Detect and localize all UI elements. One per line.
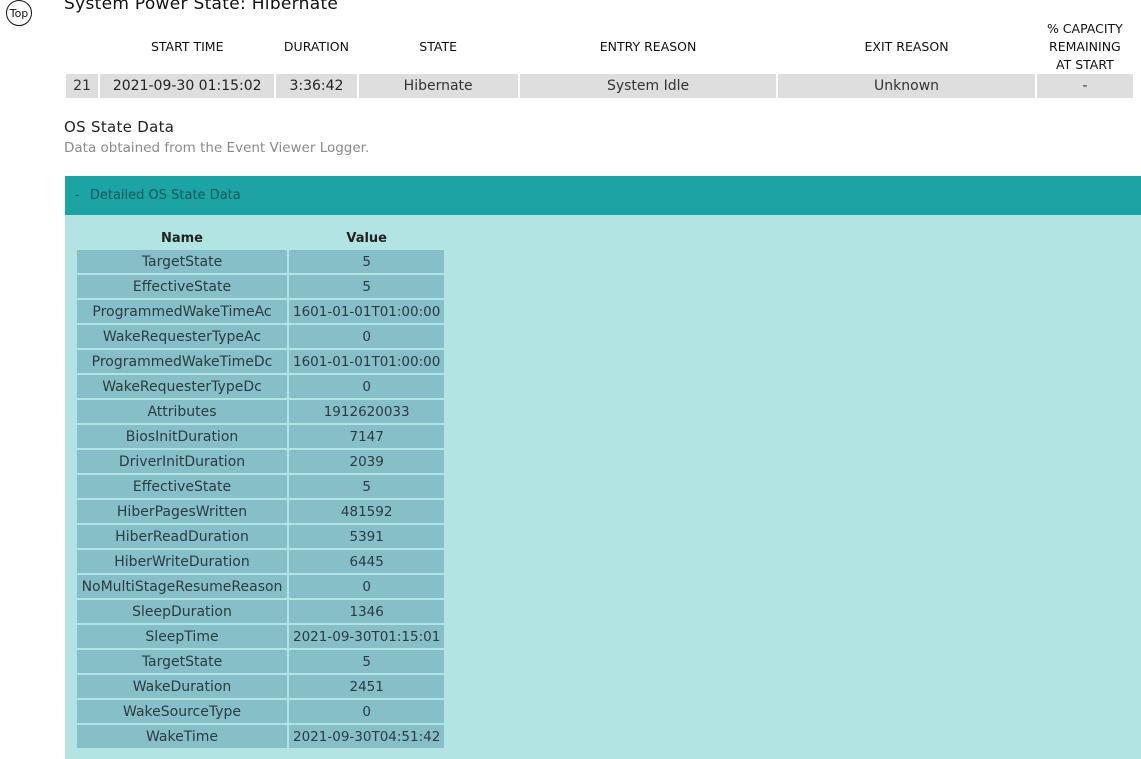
row-value: 5: [289, 650, 445, 673]
row-name: WakeSourceType: [77, 700, 287, 723]
header-capacity: % CAPACITY REMAINING AT START: [1037, 20, 1133, 74]
detailed-os-state-panel: - Detailed OS State Data Name Value Targ…: [65, 176, 1141, 759]
row-name: Attributes: [77, 400, 287, 423]
detail-header-row: Name Value: [77, 228, 444, 248]
table-row: SleepDuration 1346: [77, 600, 445, 623]
row-value: 0: [289, 325, 445, 348]
row-name: WakeDuration: [77, 675, 287, 698]
header-duration: DURATION: [283, 39, 349, 54]
table-row: WakeRequesterTypeDc 0: [77, 375, 445, 398]
row-name: ProgrammedWakeTimeAc: [77, 300, 287, 323]
row-name: DriverInitDuration: [77, 450, 287, 473]
row-value: 7147: [289, 425, 445, 448]
row-name: HiberReadDuration: [77, 525, 287, 548]
table-row: BiosInitDuration 7147: [77, 425, 445, 448]
os-state-description: Data obtained from the Event Viewer Logg…: [64, 140, 370, 156]
row-name: TargetState: [77, 250, 287, 273]
header-capacity-line1: % CAPACITY: [1046, 21, 1123, 36]
table-row: WakeRequesterTypeAc 0: [77, 325, 445, 348]
row-value: 481592: [289, 500, 445, 523]
row-value: 6445: [289, 550, 445, 573]
row-value: 5: [289, 250, 445, 273]
row-value: 1601-01-01T01:00:00: [289, 350, 445, 373]
row-name: TargetState: [77, 650, 287, 673]
table-row: NoMultiStageResumeReason 0: [77, 575, 445, 598]
top-link-button[interactable]: Top: [6, 0, 32, 26]
summary-row: 21 2021-09-30 01:15:02 3:36:42 Hibernate…: [66, 74, 1133, 98]
row-name: SleepTime: [77, 625, 287, 648]
header-index: [66, 20, 98, 74]
table-row: Attributes 1912620033: [77, 400, 445, 423]
row-name: ProgrammedWakeTimeDc: [77, 350, 287, 373]
row-capacity: -: [1036, 74, 1133, 98]
row-exit-reason: Unknown: [778, 74, 1035, 98]
os-state-title: OS State Data: [64, 118, 175, 136]
table-row: TargetState 5: [77, 650, 445, 673]
table-row: DriverInitDuration 2039: [77, 450, 445, 473]
table-row: WakeTime 2021-09-30T04:51:42: [77, 725, 445, 748]
row-name: WakeTime: [77, 725, 287, 748]
row-value: 5: [289, 275, 445, 298]
row-value: 2021-09-30T01:15:01: [289, 625, 445, 648]
row-value: 0: [289, 700, 445, 723]
panel-title: Detailed OS State Data: [89, 188, 241, 203]
row-value: 5391: [289, 525, 445, 548]
summary-header-row: START TIME DURATION STATE ENTRY REASON E…: [66, 20, 1133, 74]
header-entry-reason: ENTRY REASON: [599, 39, 697, 54]
top-link-label: Top: [9, 6, 29, 20]
section-title: System Power State: Hibernate: [64, 0, 339, 14]
row-name: NoMultiStageResumeReason: [77, 575, 287, 598]
table-row: EffectiveState 5: [77, 275, 445, 298]
row-index: 21: [66, 74, 99, 98]
table-row: SleepTime 2021-09-30T01:15:01: [77, 625, 445, 648]
table-row: ProgrammedWakeTimeDc 1601-01-01T01:00:00: [77, 350, 445, 373]
header-exit-reason: EXIT REASON: [864, 39, 949, 54]
row-start-time: 2021-09-30 01:15:02: [100, 74, 275, 98]
row-value: 2021-09-30T04:51:42: [289, 725, 445, 748]
table-row: HiberReadDuration 5391: [77, 525, 445, 548]
row-value: 2039: [289, 450, 445, 473]
row-name: SleepDuration: [77, 600, 287, 623]
header-state: STATE: [419, 39, 458, 54]
row-name: WakeRequesterTypeDc: [77, 375, 287, 398]
table-row: EffectiveState 5: [77, 475, 445, 498]
row-value: 1601-01-01T01:00:00: [289, 300, 445, 323]
row-duration: 3:36:42: [276, 74, 357, 98]
row-name: HiberWriteDuration: [77, 550, 287, 573]
table-row: TargetState 5: [77, 250, 445, 273]
detail-header-name: Name: [160, 230, 203, 246]
row-state: Hibernate: [358, 74, 518, 98]
row-value: 0: [289, 375, 445, 398]
report-page: Top System Power State: Hibernate START …: [0, 0, 1141, 759]
row-value: 5: [289, 475, 445, 498]
row-name: EffectiveState: [77, 275, 287, 298]
table-row: ProgrammedWakeTimeAc 1601-01-01T01:00:00: [77, 300, 445, 323]
detail-header-value: Value: [346, 230, 387, 246]
table-row: HiberPagesWritten 481592: [77, 500, 445, 523]
row-name: BiosInitDuration: [77, 425, 287, 448]
row-value: 1912620033: [289, 400, 445, 423]
detailed-os-state-toggle[interactable]: - Detailed OS State Data: [65, 176, 1141, 215]
row-value: 0: [289, 575, 445, 598]
header-capacity-line2: REMAINING: [1049, 39, 1121, 54]
header-capacity-line3: AT START: [1056, 57, 1114, 72]
row-name: WakeRequesterTypeAc: [77, 325, 287, 348]
row-value: 1346: [289, 600, 445, 623]
table-row: HiberWriteDuration 6445: [77, 550, 445, 573]
os-state-detail-table: Name Value TargetState 5 EffectiveState 5 Pr…: [75, 226, 446, 750]
collapse-icon: -: [75, 188, 80, 203]
row-name: HiberPagesWritten: [77, 500, 287, 523]
row-entry-reason: System Idle: [519, 74, 777, 98]
table-row: WakeDuration 2451: [77, 675, 445, 698]
detail-body: TargetState 5 EffectiveState 5 ProgrammedWak…: [77, 250, 445, 748]
table-row: WakeSourceType 0: [77, 700, 445, 723]
header-start-time: START TIME: [150, 39, 224, 54]
row-value: 2451: [289, 675, 445, 698]
row-name: EffectiveState: [77, 475, 287, 498]
power-state-summary-table: START TIME DURATION STATE ENTRY REASON E…: [64, 20, 1135, 98]
